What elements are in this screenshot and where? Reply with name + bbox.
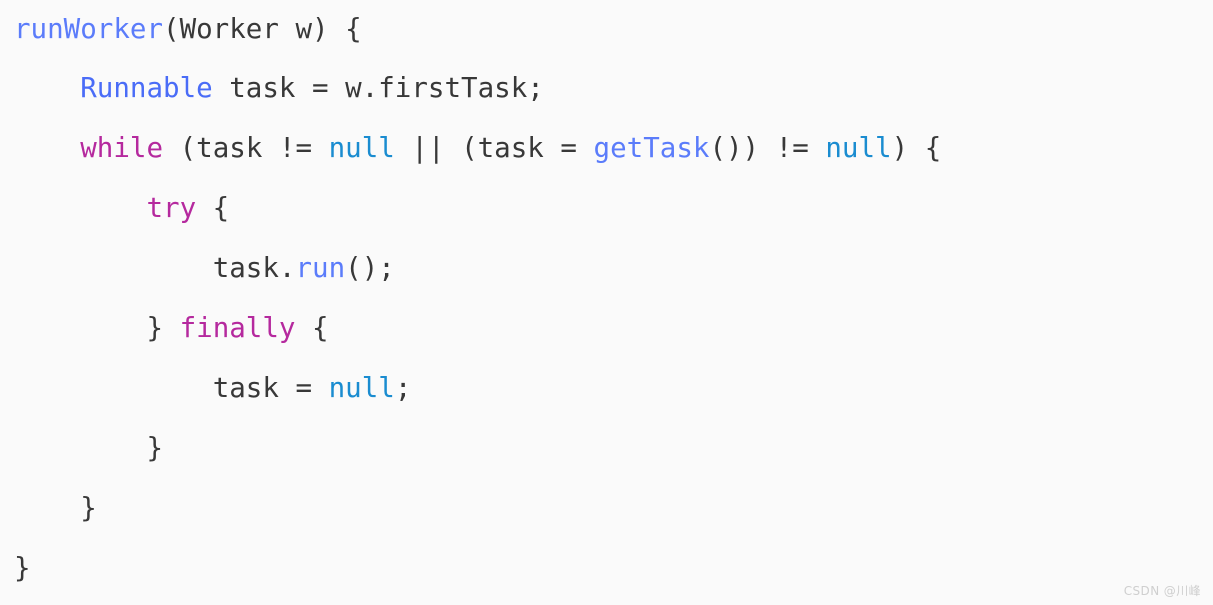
code-token-default: ) {: [891, 132, 942, 164]
code-block[interactable]: runWorker(Worker w) { Runnable task = w.…: [0, 0, 1213, 605]
code-line: }: [0, 478, 1213, 538]
code-token-default: ();: [345, 252, 395, 284]
code-token-type: Runnable: [80, 72, 213, 104]
code-token-default: ()) !=: [709, 132, 826, 164]
code-token-default: }: [80, 492, 97, 524]
code-token-method: run: [295, 252, 346, 284]
code-line: } finally {: [0, 298, 1213, 358]
code-token-method: runWorker: [14, 13, 164, 45]
code-token-literal: null: [328, 132, 395, 164]
code-token-default: (task !=: [163, 132, 329, 164]
code-token-default: {: [196, 192, 230, 224]
code-token-default: {: [295, 312, 329, 344]
code-line: }: [0, 418, 1213, 478]
code-token-default: }: [14, 552, 31, 584]
code-token-default: }: [146, 432, 164, 464]
code-line: try {: [0, 178, 1213, 238]
code-line: task.run();: [0, 238, 1213, 298]
code-token-keyword: while: [80, 132, 164, 164]
code-token-default: task = w.firstTask;: [212, 72, 544, 104]
code-token-default: task.: [212, 252, 296, 284]
code-token-keyword: finally: [179, 312, 296, 344]
code-token-default: }: [146, 312, 180, 344]
code-line: task = null;: [0, 358, 1213, 418]
code-line: Runnable task = w.firstTask;: [0, 58, 1213, 118]
code-token-keyword: try: [146, 192, 197, 224]
code-line: while (task != null || (task = getTask()…: [0, 118, 1213, 178]
code-token-default: task =: [212, 372, 329, 404]
code-line: }: [0, 538, 1213, 598]
code-token-literal: null: [825, 132, 892, 164]
code-token-literal: null: [328, 372, 395, 404]
code-token-default: (Worker w) {: [163, 13, 362, 45]
code-token-method: getTask: [593, 132, 710, 164]
code-line: runWorker(Worker w) {: [0, 0, 1213, 58]
code-token-default: || (task =: [394, 132, 594, 164]
watermark: CSDN @川峰: [1123, 584, 1201, 598]
code-token-default: ;: [394, 372, 412, 404]
